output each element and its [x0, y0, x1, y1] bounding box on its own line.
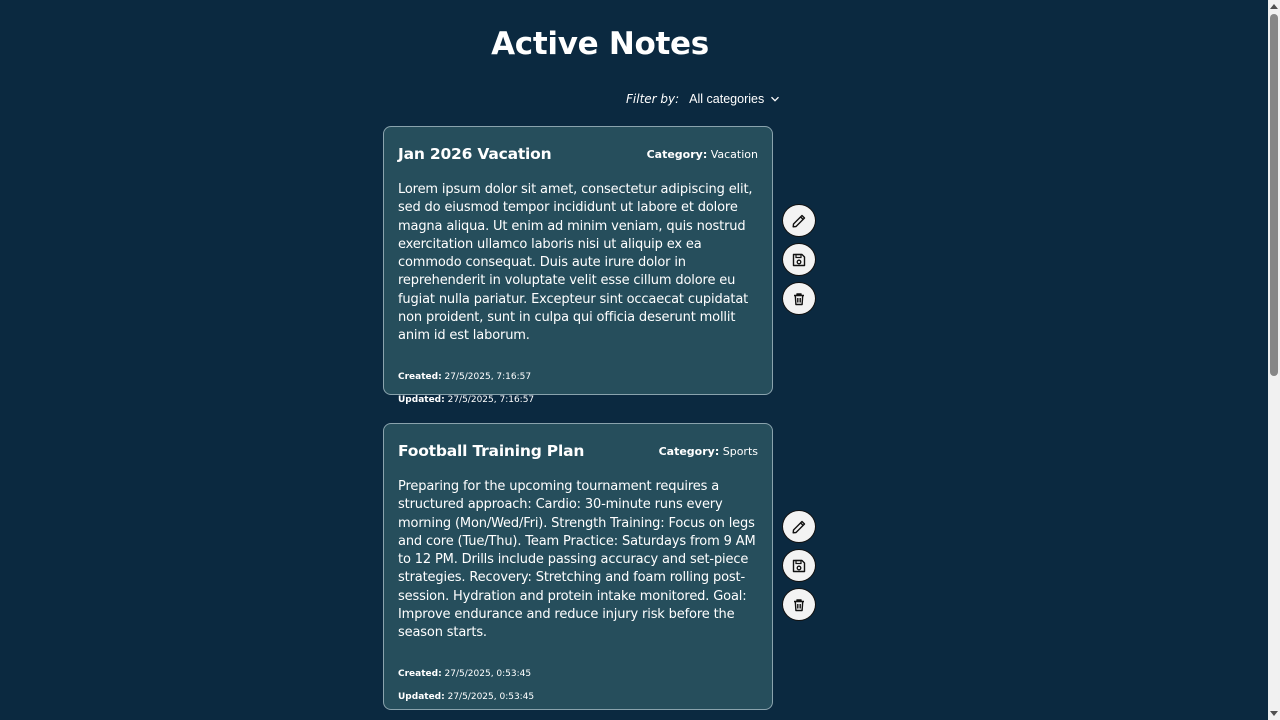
floppy-disk-icon — [792, 253, 806, 266]
note-body: Preparing for the upcoming tournament re… — [398, 479, 756, 641]
edit-note-button[interactable] — [782, 510, 816, 543]
filter-bar: Filter by: All categories — [626, 92, 780, 106]
note-created-label: Created: — [398, 371, 442, 382]
note-created-value: 27/5/2025, 0:53:45 — [444, 668, 532, 679]
note-actions — [782, 204, 816, 315]
trash-icon — [794, 292, 804, 305]
scrollbar-thumb[interactable] — [1270, 14, 1278, 376]
note-card: Football Training Plan Category: Sports … — [383, 423, 773, 710]
notes-page: Active Notes Filter by: All categories J… — [0, 0, 1268, 720]
edit-note-button[interactable] — [782, 204, 816, 237]
scroll-up-arrow-icon[interactable] — [1270, 4, 1278, 9]
note-updated-value: 27/5/2025, 7:16:57 — [447, 394, 535, 405]
note-title: Football Training Plan — [398, 442, 585, 460]
note-card: Jan 2026 Vacation Category: Vacation Lor… — [383, 126, 773, 405]
note-category-label: Category: — [646, 147, 708, 161]
scroll-down-arrow-icon[interactable] — [1270, 711, 1278, 716]
note-updated-label: Updated: — [398, 691, 445, 702]
save-note-button[interactable] — [782, 243, 816, 276]
note-created: Created: 27/5/2025, 0:53:45 — [398, 663, 758, 686]
floppy-disk-icon — [792, 559, 806, 572]
trash-icon — [794, 598, 804, 611]
note-category-value: Vacation — [710, 147, 758, 161]
note-updated-label: Updated: — [398, 394, 445, 405]
delete-note-button[interactable] — [782, 282, 816, 315]
note-category: Category: Vacation — [647, 148, 758, 161]
pencil-icon — [792, 214, 806, 227]
save-note-button[interactable] — [782, 549, 816, 582]
category-filter-value: All categories — [689, 92, 765, 106]
note-updated: Updated: 27/5/2025, 0:53:45 — [398, 686, 758, 709]
page-title: Active Notes — [491, 26, 709, 62]
note-created: Created: 27/5/2025, 7:16:57 — [398, 366, 758, 389]
delete-note-button[interactable] — [782, 588, 816, 621]
vertical-scrollbar[interactable] — [1268, 0, 1280, 720]
note-category: Category: Sports — [659, 445, 758, 458]
note-created-label: Created: — [398, 668, 442, 679]
note-actions — [782, 510, 816, 621]
note-updated: Updated: 27/5/2025, 7:16:57 — [398, 389, 758, 412]
filter-label: Filter by: — [626, 92, 680, 106]
pencil-icon — [792, 520, 806, 533]
note-body: Lorem ipsum dolor sit amet, consectetur … — [398, 182, 753, 344]
note-category-label: Category: — [658, 444, 720, 458]
note-category-value: Sports — [722, 444, 758, 458]
note-title: Jan 2026 Vacation — [398, 145, 552, 163]
category-filter-select[interactable]: All categories — [689, 92, 780, 106]
chevron-down-icon — [771, 96, 780, 102]
note-created-value: 27/5/2025, 7:16:57 — [444, 371, 532, 382]
note-updated-value: 27/5/2025, 0:53:45 — [447, 691, 535, 702]
